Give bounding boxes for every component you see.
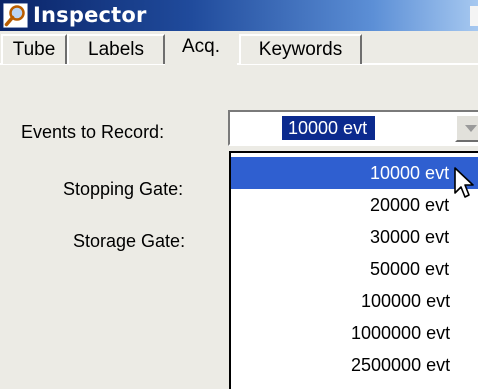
- dropdown-option-10000[interactable]: 10000 evt: [231, 157, 478, 189]
- events-dropdown-list[interactable]: 10000 evt 20000 evt 30000 evt 50000 evt …: [229, 151, 478, 389]
- tab-acq[interactable]: Acq.: [165, 31, 237, 66]
- tab-labels-label: Labels: [88, 39, 144, 60]
- dropdown-option-2500000[interactable]: 2500000 evt: [231, 349, 478, 381]
- tab-tube[interactable]: Tube: [1, 34, 67, 64]
- dropdown-option-1000000[interactable]: 1000000 evt: [231, 317, 478, 349]
- title-bar-control[interactable]: [470, 6, 478, 26]
- tab-tube-label: Tube: [12, 39, 56, 60]
- events-to-record-select[interactable]: 10000 evt: [228, 110, 478, 146]
- title-bar[interactable]: Inspector: [0, 0, 478, 31]
- events-to-record-label: Events to Record:: [21, 122, 165, 142]
- window-title: Inspector: [33, 3, 147, 27]
- chevron-down-icon: [465, 125, 477, 132]
- events-selected-value: 10000 evt: [282, 116, 376, 140]
- dropdown-option-30000[interactable]: 30000 evt: [231, 221, 478, 253]
- dropdown-option-20000[interactable]: 20000 evt: [231, 189, 478, 221]
- dropdown-option-50000[interactable]: 50000 evt: [231, 253, 478, 285]
- magnifier-icon: [3, 3, 28, 28]
- tab-keywords-label: Keywords: [258, 39, 343, 60]
- inspector-window: Inspector Tube Labels Acq. Keywords Even…: [0, 0, 478, 389]
- storage-gate-label: Storage Gate:: [73, 231, 186, 251]
- stopping-gate-label: Stopping Gate:: [63, 179, 184, 199]
- dropdown-button[interactable]: [455, 114, 478, 142]
- tab-keywords[interactable]: Keywords: [239, 34, 362, 64]
- mouse-pointer-icon: [454, 167, 474, 198]
- tab-acq-label: Acq.: [181, 36, 221, 57]
- tab-labels[interactable]: Labels: [67, 34, 165, 64]
- dropdown-option-100000[interactable]: 100000 evt: [231, 285, 478, 317]
